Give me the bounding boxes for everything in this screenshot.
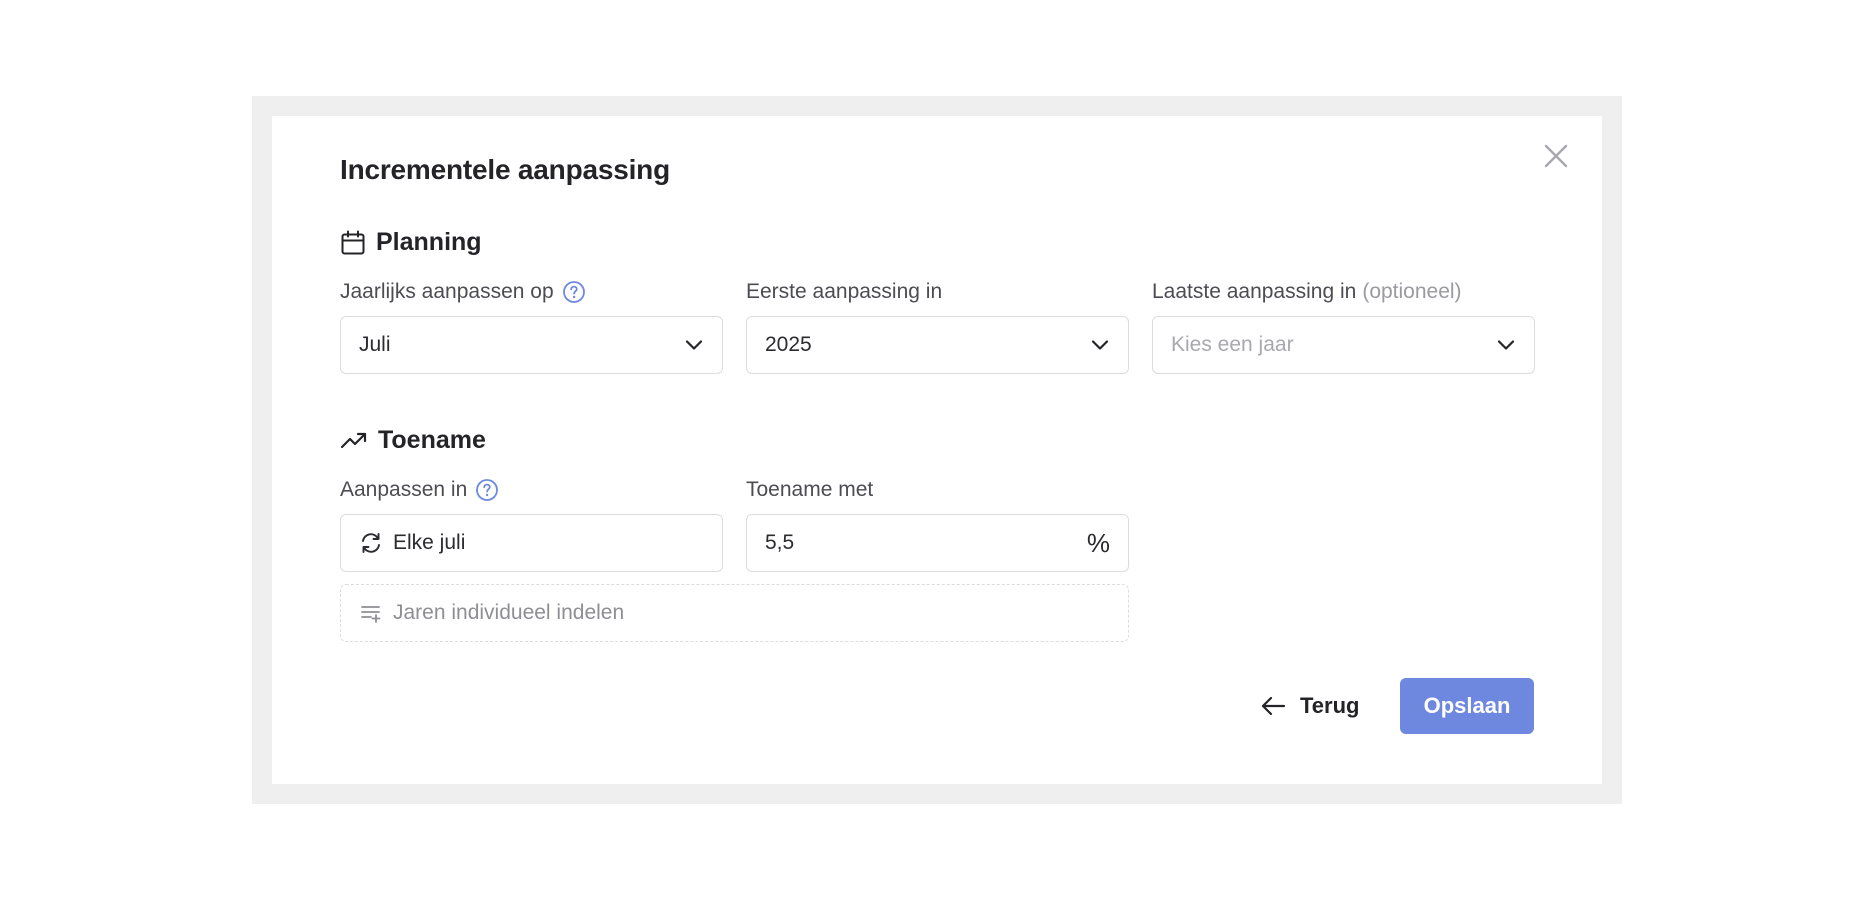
incremental-adjustment-dialog: Incrementele aanpassing Planning Jaarlij… [272,116,1602,784]
chevron-down-icon [1091,340,1109,350]
help-icon[interactable] [475,478,499,502]
dialog-title: Incrementele aanpassing [340,154,670,185]
percent-unit: % [1086,527,1110,558]
annual-month-select[interactable]: Juli [340,316,723,374]
last-adjustment-label: Laatste aanpassing in (optioneel) [1152,280,1462,304]
refresh-icon [362,533,380,553]
first-adjustment-label: Eerste aanpassing in [746,280,942,304]
chevron-down-icon [1497,340,1515,350]
annual-month-value: Juli [359,333,391,356]
back-button-label: Terug [1300,693,1360,718]
save-button[interactable]: Opslaan [1400,678,1534,734]
first-adjustment-label-text: Eerste aanpassing in [746,280,943,303]
planning-heading-label: Planning [376,228,482,256]
increase-by-label-text: Toename met [746,478,874,501]
increase-by-field: % [746,514,1129,572]
increase-by-label: Toename met [746,478,873,502]
split-years-label: Jaren individueel indelen [393,601,625,624]
increase-heading-label: Toename [378,426,486,454]
adjust-in-value: Elke juli [393,531,466,554]
first-year-value: 2025 [765,333,812,356]
chevron-down-icon [685,340,703,350]
close-button[interactable] [1540,140,1572,172]
increase-heading: Toename [340,426,486,455]
help-icon[interactable] [562,280,586,304]
increase-percentage-input[interactable] [765,531,1087,555]
planning-heading: Planning [340,228,482,257]
trending-up-icon [340,432,367,448]
arrow-left-icon [1261,696,1286,716]
calendar-icon [341,230,365,254]
modal-backdrop-frame: Incrementele aanpassing Planning Jaarlij… [252,96,1622,804]
last-adjustment-label-text: Laatste aanpassing in [1152,280,1357,303]
split-years-button[interactable]: Jaren individueel indelen [340,584,1129,642]
question-circle-icon [562,281,585,303]
optional-hint: (optioneel) [1362,280,1462,303]
annual-adjust-label: Jaarlijks aanpassen op [340,280,586,304]
last-year-placeholder: Kies een jaar [1171,333,1294,356]
adjust-in-label: Aanpassen in [340,478,499,502]
back-button[interactable]: Terug [1260,678,1359,734]
annual-adjust-label-text: Jaarlijks aanpassen op [340,280,554,303]
last-year-select[interactable]: Kies een jaar [1152,316,1535,374]
first-year-select[interactable]: 2025 [746,316,1129,374]
adjust-in-select[interactable]: Elke juli [340,514,723,572]
close-icon [1544,144,1568,168]
question-circle-icon [476,479,499,501]
list-add-icon [361,606,381,623]
adjust-in-label-text: Aanpassen in [340,478,468,501]
